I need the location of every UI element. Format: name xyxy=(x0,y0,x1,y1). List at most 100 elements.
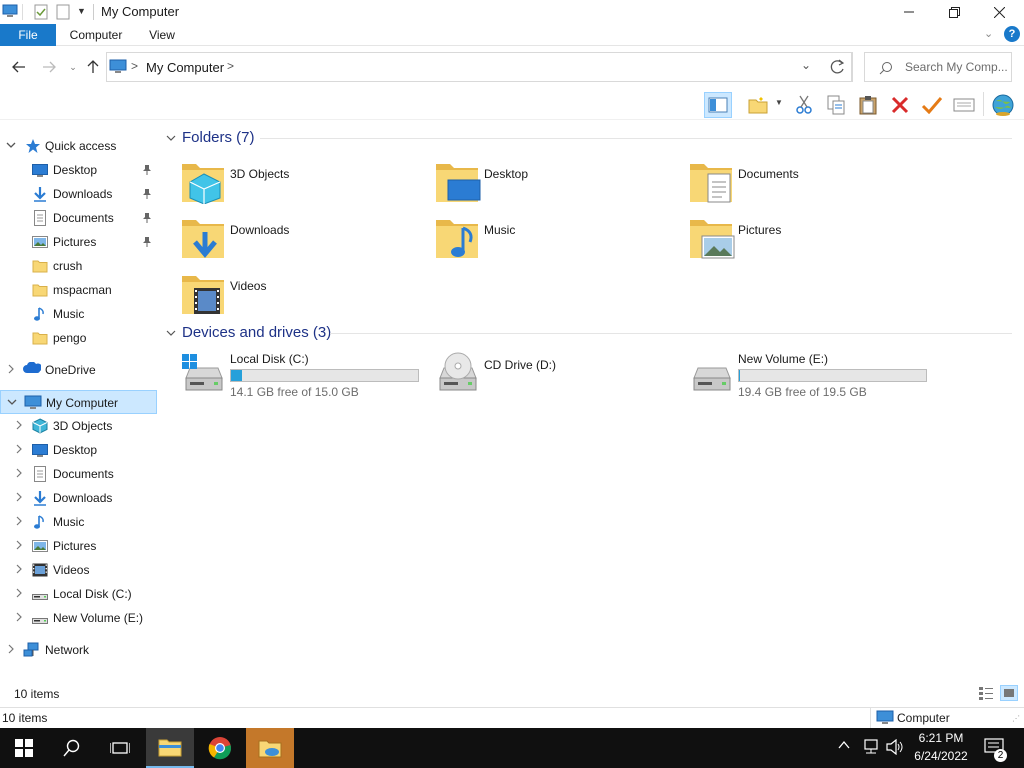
folder-downloads[interactable]: Downloads xyxy=(180,212,410,262)
nav-pc-new-volume-e[interactable]: New Volume (E:) xyxy=(0,606,157,630)
show-hidden-icons-icon[interactable] xyxy=(838,740,850,750)
resize-grip-icon[interactable]: ⋰ xyxy=(1012,714,1020,723)
folder-desktop[interactable]: Desktop xyxy=(434,156,664,206)
drive-new-volume-e[interactable]: New Volume (E:) 19.4 GB free of 19.5 GB xyxy=(688,350,938,406)
chevron-down-icon[interactable] xyxy=(6,140,16,150)
back-button[interactable] xyxy=(8,56,30,78)
copy-icon[interactable] xyxy=(822,92,850,118)
address-bar[interactable]: > My Computer > ⌄ xyxy=(106,52,852,82)
chevron-down-icon[interactable] xyxy=(7,397,17,407)
tab-file[interactable]: File xyxy=(0,24,56,46)
computer-icon xyxy=(109,59,127,75)
rename-check-icon[interactable] xyxy=(918,92,946,118)
app-taskbar-button[interactable] xyxy=(246,728,294,768)
chevron-down-icon[interactable] xyxy=(166,328,176,338)
navigation-pane-icon[interactable] xyxy=(704,92,732,118)
chevron-right-icon[interactable] xyxy=(14,468,24,478)
maximize-button[interactable] xyxy=(931,0,977,24)
up-button[interactable] xyxy=(82,56,104,78)
large-icons-view-icon[interactable] xyxy=(1000,685,1018,701)
chevron-right-icon[interactable] xyxy=(14,444,24,454)
nav-network[interactable]: Network xyxy=(0,638,157,662)
new-folder-quick-icon[interactable] xyxy=(56,4,70,20)
help-icon[interactable]: ? xyxy=(1004,26,1020,42)
nav-pc-local-disk-c[interactable]: Local Disk (C:) xyxy=(0,582,157,606)
cut-icon[interactable] xyxy=(790,92,818,118)
chevron-right-icon[interactable] xyxy=(14,420,24,430)
folders-header[interactable]: Folders (7) xyxy=(166,129,255,146)
properties-icon[interactable] xyxy=(34,4,48,20)
customize-quick-access-icon[interactable]: ▼ xyxy=(77,6,86,16)
chevron-down-icon[interactable] xyxy=(166,133,176,143)
network-icon[interactable] xyxy=(862,739,880,755)
nav-item-music[interactable]: Music xyxy=(0,302,157,326)
items-count-bottom: 10 items xyxy=(2,711,48,725)
breadcrumb-my-computer[interactable]: My Computer xyxy=(146,60,224,75)
nav-item-pictures[interactable]: Pictures xyxy=(0,230,157,254)
breadcrumb-separator[interactable]: > xyxy=(227,59,234,73)
nav-quick-access[interactable]: Quick access xyxy=(0,134,157,158)
tab-view[interactable]: View xyxy=(138,24,186,46)
nav-my-computer[interactable]: My Computer xyxy=(0,390,157,414)
paste-icon[interactable] xyxy=(854,92,882,118)
address-dropdown-icon[interactable]: ⌄ xyxy=(801,58,811,72)
nav-onedrive[interactable]: OneDrive xyxy=(0,358,157,382)
drive-local-disk-c[interactable]: Local Disk (C:) 14.1 GB free of 15.0 GB xyxy=(180,350,430,406)
start-button[interactable] xyxy=(0,728,48,768)
drive-icon xyxy=(32,586,48,602)
nav-pc-documents[interactable]: Documents xyxy=(0,462,157,486)
nav-pc-music[interactable]: Music xyxy=(0,510,157,534)
breadcrumb-separator[interactable]: > xyxy=(131,59,138,73)
expand-ribbon-icon[interactable]: ⌄ xyxy=(984,27,993,40)
nav-item-crush[interactable]: crush xyxy=(0,254,157,278)
chrome-icon[interactable] xyxy=(196,728,244,768)
computer-icon[interactable] xyxy=(2,4,18,18)
nav-item-downloads[interactable]: Downloads xyxy=(0,182,157,206)
tab-computer[interactable]: Computer xyxy=(60,24,132,46)
nav-pc-desktop[interactable]: Desktop xyxy=(0,438,157,462)
taskbar: 6:21 PM 6/24/2022 2 xyxy=(0,728,1024,768)
nav-pc-3d-objects[interactable]: 3D Objects xyxy=(0,414,157,438)
desktop-icon xyxy=(32,442,48,458)
refresh-button[interactable] xyxy=(823,52,853,82)
folder-documents[interactable]: Documents xyxy=(688,156,918,206)
close-button[interactable] xyxy=(976,0,1022,24)
delete-icon[interactable] xyxy=(886,92,914,118)
recent-locations-icon[interactable]: ⌄ xyxy=(62,56,84,78)
search-input[interactable]: Search My Comp... xyxy=(864,52,1012,82)
clock-time[interactable]: 6:21 PM xyxy=(908,731,974,745)
nav-pc-downloads[interactable]: Downloads xyxy=(0,486,157,510)
search-icon[interactable] xyxy=(48,728,96,768)
nav-pc-pictures[interactable]: Pictures xyxy=(0,534,157,558)
folder-pictures[interactable]: Pictures xyxy=(688,212,918,262)
chevron-right-icon[interactable] xyxy=(6,644,16,654)
drive-cd-drive-d[interactable]: CD Drive (D:) xyxy=(434,350,684,406)
file-explorer-taskbar-button[interactable] xyxy=(146,728,194,768)
chevron-right-icon[interactable] xyxy=(14,516,24,526)
chevron-right-icon[interactable] xyxy=(6,364,16,374)
globe-icon[interactable] xyxy=(989,92,1017,118)
nav-item-mspacman[interactable]: mspacman xyxy=(0,278,157,302)
folder-3d-objects[interactable]: 3D Objects xyxy=(180,156,410,206)
nav-item-pengo[interactable]: pengo xyxy=(0,326,157,350)
task-view-icon[interactable] xyxy=(96,728,144,768)
chevron-right-icon[interactable] xyxy=(14,588,24,598)
devices-drives-header[interactable]: Devices and drives (3) xyxy=(166,324,331,341)
volume-icon[interactable] xyxy=(886,739,904,755)
new-folder-dropdown-icon[interactable]: ▼ xyxy=(775,98,783,107)
chevron-right-icon[interactable] xyxy=(14,612,24,622)
details-view-icon[interactable] xyxy=(978,686,994,700)
folder-music[interactable]: Music xyxy=(434,212,664,262)
clock-date[interactable]: 6/24/2022 xyxy=(908,749,974,763)
chevron-right-icon[interactable] xyxy=(14,492,24,502)
chevron-right-icon[interactable] xyxy=(14,540,24,550)
minimize-button[interactable] xyxy=(886,0,932,24)
nav-item-documents[interactable]: Documents xyxy=(0,206,157,230)
nav-pc-videos[interactable]: Videos xyxy=(0,558,157,582)
new-folder-icon[interactable] xyxy=(744,92,772,118)
forward-button[interactable] xyxy=(38,56,60,78)
chevron-right-icon[interactable] xyxy=(14,564,24,574)
folder-videos[interactable]: Videos xyxy=(180,268,410,318)
nav-item-desktop[interactable]: Desktop xyxy=(0,158,157,182)
properties-toolbar-icon[interactable] xyxy=(950,92,978,118)
